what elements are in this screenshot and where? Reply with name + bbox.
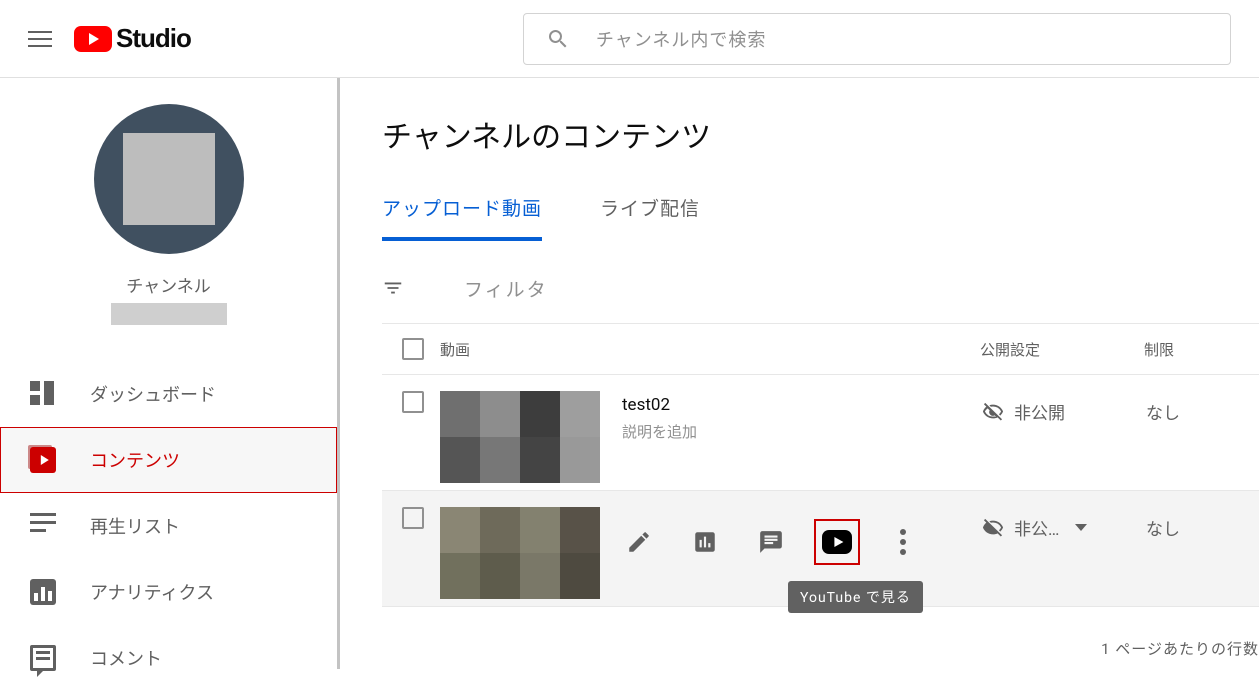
hover-tooltip: YouTube で見る (788, 581, 923, 613)
video-title[interactable]: test02 (622, 395, 697, 415)
col-header-video: 動画 (440, 339, 980, 360)
bar-chart-icon (692, 529, 718, 555)
row-hover-actions (624, 527, 918, 557)
search-icon (546, 27, 570, 51)
logo-text: Studio (116, 23, 191, 54)
filter-placeholder: フィルタ (464, 275, 548, 302)
comment-icon (758, 529, 784, 555)
row-checkbox[interactable] (402, 391, 424, 413)
sidebar-item-label: 再生リスト (90, 513, 180, 539)
tabs: アップロード動画 ライブ配信 (382, 194, 1259, 241)
more-options-button[interactable] (888, 527, 918, 557)
channel-block: チャンネル (0, 104, 337, 355)
sidebar-item-content[interactable]: コンテンツ (0, 427, 337, 493)
restrictions-cell: なし (1146, 515, 1180, 540)
main-content: チャンネルのコンテンツ アップロード動画 ライブ配信 フィルタ 動画 公開設定 … (340, 78, 1259, 669)
tab-uploads[interactable]: アップロード動画 (382, 194, 542, 241)
studio-logo[interactable]: Studio (74, 23, 191, 54)
analytics-button[interactable] (690, 527, 720, 557)
sidebar-item-label: ダッシュボード (90, 381, 216, 407)
content-icon (30, 447, 56, 473)
pagination-label: 1 ページあたりの行数 (1101, 638, 1259, 659)
filter-icon (382, 277, 404, 299)
visibility-cell[interactable]: 非公開 (982, 399, 1065, 424)
table-header: 動画 公開設定 制限 (382, 323, 1259, 375)
hamburger-menu-icon[interactable] (28, 27, 52, 51)
channel-label: チャンネル (126, 272, 211, 297)
table-row[interactable]: YouTube で見る 非公… なし (382, 491, 1259, 607)
more-vertical-icon (900, 529, 906, 555)
col-header-visibility: 公開設定 (980, 339, 1144, 360)
visibility-text: 非公… (1014, 515, 1059, 540)
col-header-restrictions: 制限 (1144, 339, 1174, 360)
video-thumbnail[interactable] (440, 391, 600, 483)
pencil-icon (626, 529, 652, 555)
sidebar-item-comments[interactable]: コメント (0, 625, 337, 691)
view-on-youtube-button[interactable] (822, 527, 852, 557)
row-checkbox[interactable] (402, 507, 424, 529)
video-description[interactable]: 説明を追加 (622, 421, 697, 442)
sidebar-item-label: アナリティクス (90, 579, 214, 605)
sidebar-item-label: コンテンツ (90, 447, 180, 473)
restrictions-cell: なし (1146, 399, 1180, 424)
playlist-icon (30, 513, 56, 539)
edit-button[interactable] (624, 527, 654, 557)
tab-live[interactable]: ライブ配信 (600, 194, 700, 241)
table-row[interactable]: test02 説明を追加 非公開 なし (382, 375, 1259, 491)
sidebar-item-analytics[interactable]: アナリティクス (0, 559, 337, 625)
video-thumbnail[interactable] (440, 507, 600, 599)
analytics-icon (30, 579, 56, 605)
search-input[interactable]: チャンネル内で検索 (523, 13, 1231, 65)
sidebar-nav: ダッシュボード コンテンツ 再生リスト アナリティクス コメント (0, 361, 337, 691)
chevron-down-icon (1075, 524, 1087, 531)
channel-name-placeholder (111, 303, 227, 325)
youtube-icon (822, 530, 852, 554)
visibility-off-icon (982, 517, 1004, 539)
header: Studio チャンネル内で検索 (0, 0, 1259, 78)
dashboard-icon (30, 381, 56, 407)
sidebar: チャンネル ダッシュボード コンテンツ 再生リスト アナリティクス コ (0, 78, 340, 669)
youtube-play-icon (74, 26, 112, 52)
visibility-cell[interactable]: 非公… (982, 515, 1087, 540)
sidebar-item-playlists[interactable]: 再生リスト (0, 493, 337, 559)
visibility-off-icon (982, 401, 1004, 423)
comment-icon (30, 645, 56, 671)
comments-button[interactable] (756, 527, 786, 557)
page-title: チャンネルのコンテンツ (382, 112, 1259, 156)
search-placeholder: チャンネル内で検索 (596, 26, 766, 52)
filter-bar[interactable]: フィルタ (382, 263, 1259, 313)
avatar-placeholder-icon (123, 133, 215, 225)
sidebar-item-dashboard[interactable]: ダッシュボード (0, 361, 337, 427)
visibility-text: 非公開 (1014, 399, 1065, 424)
sidebar-item-label: コメント (90, 645, 162, 671)
channel-avatar[interactable] (94, 104, 244, 254)
select-all-checkbox[interactable] (402, 338, 424, 360)
